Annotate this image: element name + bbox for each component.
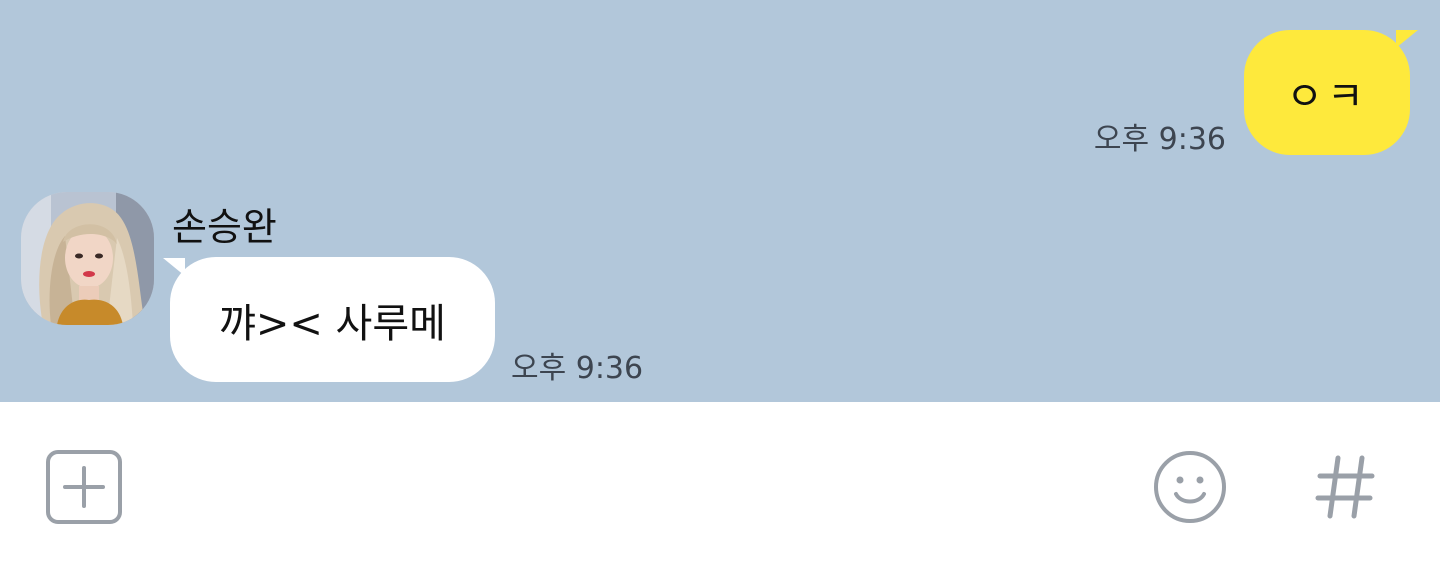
hashtag-search-button[interactable] [1310,450,1380,524]
incoming-timestamp: 오후 9:36 [511,351,644,386]
outgoing-message-bubble[interactable]: ㅇㅋ [1244,30,1410,155]
emoticon-button[interactable] [1153,450,1227,524]
attach-button[interactable] [46,450,122,524]
outgoing-message-text: ㅇㅋ [1286,73,1368,120]
message-input-bar[interactable] [0,402,1440,570]
hash-icon [1315,455,1375,519]
smiley-icon [1154,451,1226,523]
outgoing-timestamp: 오후 9:36 [1093,122,1226,157]
plus-square-icon [46,450,122,524]
sender-name: 손승완 [172,205,277,249]
incoming-message-text: 꺄>< 사루메 [219,300,446,347]
incoming-message-bubble[interactable]: 꺄>< 사루메 [170,257,495,382]
avatar[interactable] [21,192,154,325]
chat-area[interactable]: 오후 9:36 ㅇㅋ 손승완 꺄>< 사루메 오후 9:36 [0,0,1440,402]
avatar-photo [21,192,154,325]
outgoing-bubble-tail [1396,30,1418,48]
